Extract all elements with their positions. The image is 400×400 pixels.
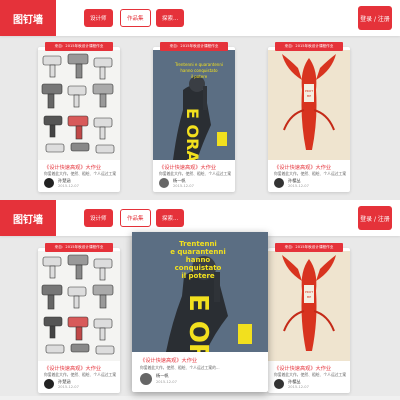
drill-sketches-image[interactable]	[38, 50, 120, 160]
svg-text:Trentenni e quarantenni: Trentenni e quarantenni	[174, 62, 223, 67]
lobster-poster-image[interactable]: PROT ME	[268, 50, 350, 160]
card-title[interactable]: 《设计快速高观》大作业	[159, 164, 231, 171]
svg-text:PROT: PROT	[305, 290, 313, 294]
header-bar: 图钉墙 设计师 作品集 探索... 登录 / 注册	[0, 200, 400, 236]
lobster-poster-image[interactable]: PROT ME	[268, 251, 350, 361]
login-register-button[interactable]: 登录 / 注册	[358, 6, 392, 30]
card-description: 你爱着此大作，使然、粗绘、个人运过工案的...	[274, 171, 346, 176]
screenshot-bottom: 图钉墙 设计师 作品集 探索... 登录 / 注册 来自：2015年秋设计课程作…	[0, 200, 400, 400]
card-description: 你爱着此大作，使然、粗绘、个人运过工案的...	[274, 372, 346, 377]
card-title[interactable]: 《设计快速高观》大作业	[274, 164, 346, 171]
work-card[interactable]: 来自：2015年秋设计课程作业 《设计快速高观》大作业 你爱着此大作，使然、粗绘…	[38, 42, 120, 192]
card-description: 你爱着此大作，使然、粗绘、个人运过工案的...	[140, 365, 220, 370]
card-description: 你爱着此大作，使然、粗绘、个人运过工案的...	[159, 171, 231, 176]
user-avatar[interactable]	[140, 373, 152, 385]
status-bar	[0, 396, 400, 400]
nav-explore-button[interactable]: 探索...	[156, 9, 185, 27]
screenshot-top: 图钉墙 设计师 作品集 探索... 登录 / 注册 来自：2015年秋设计课程作…	[0, 0, 400, 200]
e-ora-poster-image[interactable]: Trentenni e quarantenni hanno conquistat…	[132, 232, 268, 352]
svg-text:E ORA?: E ORA?	[183, 108, 202, 160]
user-avatar[interactable]	[159, 178, 169, 188]
card-title[interactable]: 《设计快速高观》大作业	[44, 164, 116, 171]
work-card[interactable]: 来自：2015年秋设计课程作业 PROT ME 《设计快速高观》大作业 你爱着此…	[268, 42, 350, 192]
svg-text:ME: ME	[307, 94, 312, 98]
work-card[interactable]: 来自：2015年秋设计课程作业 PROT ME 《设计快速高观》大作业 你爱着此…	[268, 243, 350, 393]
course-tag[interactable]: 来自：2015年秋设计课程作业	[160, 42, 228, 51]
svg-text:hanno conquistato: hanno conquistato	[180, 68, 218, 73]
work-card[interactable]: 来自：2015年秋设计课程作业 Trentenni e quarantenni …	[153, 42, 235, 192]
post-date: 2015-12-07	[58, 385, 79, 389]
site-logo[interactable]: 图钉墙	[0, 0, 56, 36]
user-name[interactable]: 杨一帆	[156, 373, 169, 379]
nav-designer-button[interactable]: 设计师	[84, 9, 113, 27]
e-ora-poster-image[interactable]: Trentenni e quarantenni hanno conquistat…	[153, 50, 235, 160]
user-avatar[interactable]	[274, 178, 284, 188]
svg-text:PROT: PROT	[305, 89, 313, 93]
card-title[interactable]: 《设计快速高观》大作业	[140, 357, 264, 364]
post-date: 2015-12-07	[288, 385, 309, 389]
header-bar: 图钉墙 设计师 作品集 探索... 登录 / 注册	[0, 0, 400, 36]
nav-portfolio-button[interactable]: 作品集	[120, 9, 151, 27]
course-tag[interactable]: 来自：2015年秋设计课程作业	[275, 42, 343, 51]
card-description: 你爱着此大作，使然、粗绘、个人运过工案的...	[44, 171, 116, 176]
post-date: 2015-12-07	[156, 380, 177, 384]
user-avatar[interactable]	[274, 379, 284, 389]
course-tag[interactable]: 来自：2015年秋设计课程作业	[45, 243, 113, 252]
svg-text:conquistato: conquistato	[175, 264, 222, 272]
post-date: 2015-12-07	[58, 184, 79, 188]
work-card[interactable]: 来自：2015年秋设计课程作业 《设计快速高观》大作业 你爱着此大作，使然、粗绘…	[38, 243, 120, 393]
login-register-button[interactable]: 登录 / 注册	[358, 206, 392, 230]
work-card-hovered[interactable]: Trentenni e quarantenni hanno conquistat…	[132, 232, 268, 392]
svg-text:hanno: hanno	[186, 256, 211, 264]
nav-portfolio-button[interactable]: 作品集	[120, 209, 151, 227]
svg-text:il potere: il potere	[181, 272, 215, 280]
course-tag[interactable]: 来自：2015年秋设计课程作业	[275, 243, 343, 252]
course-tag[interactable]: 来自：2015年秋设计课程作业	[45, 42, 113, 51]
svg-text:il potere: il potere	[191, 74, 208, 79]
card-title[interactable]: 《设计快速高观》大作业	[274, 365, 346, 372]
card-description: 你爱着此大作，使然、粗绘、个人运过工案的...	[44, 372, 116, 377]
svg-text:e quarantenni: e quarantenni	[170, 248, 226, 256]
user-avatar[interactable]	[44, 379, 54, 389]
site-logo[interactable]: 图钉墙	[0, 200, 56, 236]
svg-text:ME: ME	[307, 295, 312, 299]
nav-designer-button[interactable]: 设计师	[84, 209, 113, 227]
card-title[interactable]: 《设计快速高观》大作业	[44, 365, 116, 372]
post-date: 2015-12-07	[173, 184, 194, 188]
svg-text:Trentenni: Trentenni	[179, 240, 217, 248]
nav-explore-button[interactable]: 探索...	[156, 209, 185, 227]
svg-text:E ORA?: E ORA?	[183, 294, 213, 352]
drill-sketches-image[interactable]	[38, 251, 120, 361]
post-date: 2015-12-07	[288, 184, 309, 188]
user-avatar[interactable]	[44, 178, 54, 188]
